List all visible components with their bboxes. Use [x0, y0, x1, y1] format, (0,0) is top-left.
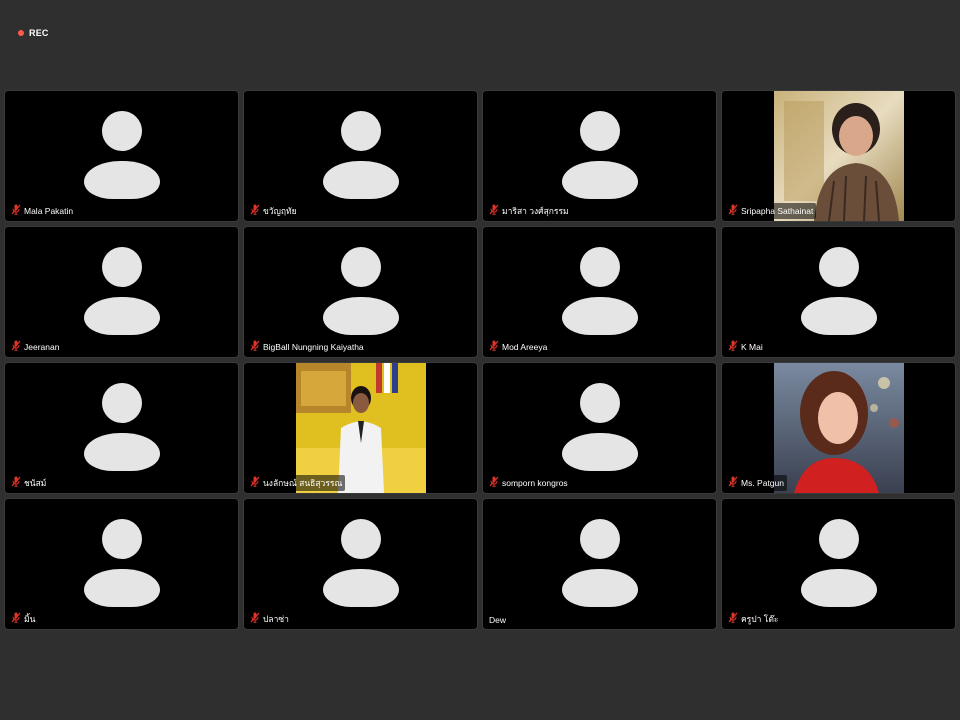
participant-name-label: ปลาซ่า	[248, 611, 292, 627]
muted-mic-icon	[11, 204, 21, 218]
default-avatar-icon	[82, 247, 162, 337]
participant-tile[interactable]: K Mai	[721, 226, 956, 358]
participant-name: ปลาซ่า	[263, 614, 289, 624]
participant-name: Mala Pakatin	[24, 206, 74, 216]
participant-tile[interactable]: somporn kongros	[482, 362, 717, 494]
participant-grid: Mala Pakatin ขวัญฤทัย มาริสา วงศ์สุกรรม …	[4, 90, 956, 630]
participant-tile[interactable]: Sripapha Sathainat	[721, 90, 956, 222]
participant-tile[interactable]: มิ้น	[4, 498, 239, 630]
participant-tile[interactable]: Dew	[482, 498, 717, 630]
muted-mic-icon	[11, 476, 21, 490]
default-avatar-icon	[799, 519, 879, 609]
participant-name: BigBall Nungning Kaiyatha	[263, 342, 364, 352]
participant-name-label: Mod Areeya	[487, 339, 551, 355]
default-avatar-icon	[82, 111, 162, 201]
participant-name-label: ขวัญฤทัย	[248, 203, 300, 219]
participant-name-label: มิ้น	[9, 611, 39, 627]
muted-mic-icon	[489, 476, 499, 490]
participant-name: Sripapha Sathainat	[741, 206, 814, 216]
participant-name: Dew	[489, 615, 507, 625]
participant-name-label: somporn kongros	[487, 475, 571, 491]
participant-name-label: Ms. Patgun	[726, 475, 787, 491]
participant-tile[interactable]: ชนัสม์	[4, 362, 239, 494]
muted-mic-icon	[728, 612, 738, 626]
participant-name-label: นงลักษณ์ สนธิสุวรรณ	[248, 475, 346, 491]
recording-dot-icon	[18, 30, 24, 36]
muted-mic-icon	[250, 476, 260, 490]
participant-name: K Mai	[741, 342, 763, 352]
participant-name: Mod Areeya	[502, 342, 548, 352]
default-avatar-icon	[560, 111, 640, 201]
participant-tile[interactable]: มาริสา วงศ์สุกรรม	[482, 90, 717, 222]
participant-tile[interactable]: ปลาซ่า	[243, 498, 478, 630]
participant-name-label: ชนัสม์	[9, 475, 50, 491]
muted-mic-icon	[250, 612, 260, 626]
participant-name-label: Dew	[487, 613, 510, 627]
default-avatar-icon	[560, 383, 640, 473]
participant-tile[interactable]: ครูปา โต๊ะ	[721, 498, 956, 630]
default-avatar-icon	[321, 519, 401, 609]
participant-name: ครูปา โต๊ะ	[741, 614, 779, 624]
default-avatar-icon	[560, 247, 640, 337]
muted-mic-icon	[250, 204, 260, 218]
muted-mic-icon	[728, 204, 738, 218]
participant-name-label: มาริสา วงศ์สุกรรม	[487, 203, 572, 219]
muted-mic-icon	[11, 612, 21, 626]
participant-name-label: BigBall Nungning Kaiyatha	[248, 339, 367, 355]
participant-name: ขวัญฤทัย	[263, 206, 297, 216]
participant-name-label: K Mai	[726, 339, 766, 355]
default-avatar-icon	[82, 383, 162, 473]
participant-tile[interactable]: ขวัญฤทัย	[243, 90, 478, 222]
default-avatar-icon	[82, 519, 162, 609]
participant-name-label: Sripapha Sathainat	[726, 203, 817, 219]
muted-mic-icon	[250, 340, 260, 354]
participant-name: somporn kongros	[502, 478, 568, 488]
participant-name: Ms. Patgun	[741, 478, 784, 488]
default-avatar-icon	[321, 247, 401, 337]
muted-mic-icon	[728, 340, 738, 354]
participant-name: นงลักษณ์ สนธิสุวรรณ	[263, 478, 343, 488]
default-avatar-icon	[560, 519, 640, 609]
participant-tile[interactable]: Ms. Patgun	[721, 362, 956, 494]
muted-mic-icon	[728, 476, 738, 490]
participant-tile[interactable]: Mala Pakatin	[4, 90, 239, 222]
muted-mic-icon	[11, 340, 21, 354]
participant-name: Jeeranan	[24, 342, 60, 352]
default-avatar-icon	[321, 111, 401, 201]
recording-indicator: REC	[18, 28, 49, 38]
participant-name-label: Jeeranan	[9, 339, 63, 355]
participant-tile[interactable]: นงลักษณ์ สนธิสุวรรณ	[243, 362, 478, 494]
participant-name: มาริสา วงศ์สุกรรม	[502, 206, 569, 216]
participant-name-label: Mala Pakatin	[9, 203, 77, 219]
participant-name: ชนัสม์	[24, 478, 47, 488]
participant-tile[interactable]: Jeeranan	[4, 226, 239, 358]
default-avatar-icon	[799, 247, 879, 337]
recording-label: REC	[29, 28, 49, 38]
participant-tile[interactable]: Mod Areeya	[482, 226, 717, 358]
participant-name: มิ้น	[24, 614, 36, 624]
participant-name-label: ครูปา โต๊ะ	[726, 611, 782, 627]
muted-mic-icon	[489, 204, 499, 218]
meeting-gallery-view: REC Mala Pakatin ขวัญฤทัย มาริสา วงศ์สุก…	[0, 0, 960, 720]
participant-tile[interactable]: BigBall Nungning Kaiyatha	[243, 226, 478, 358]
muted-mic-icon	[489, 340, 499, 354]
